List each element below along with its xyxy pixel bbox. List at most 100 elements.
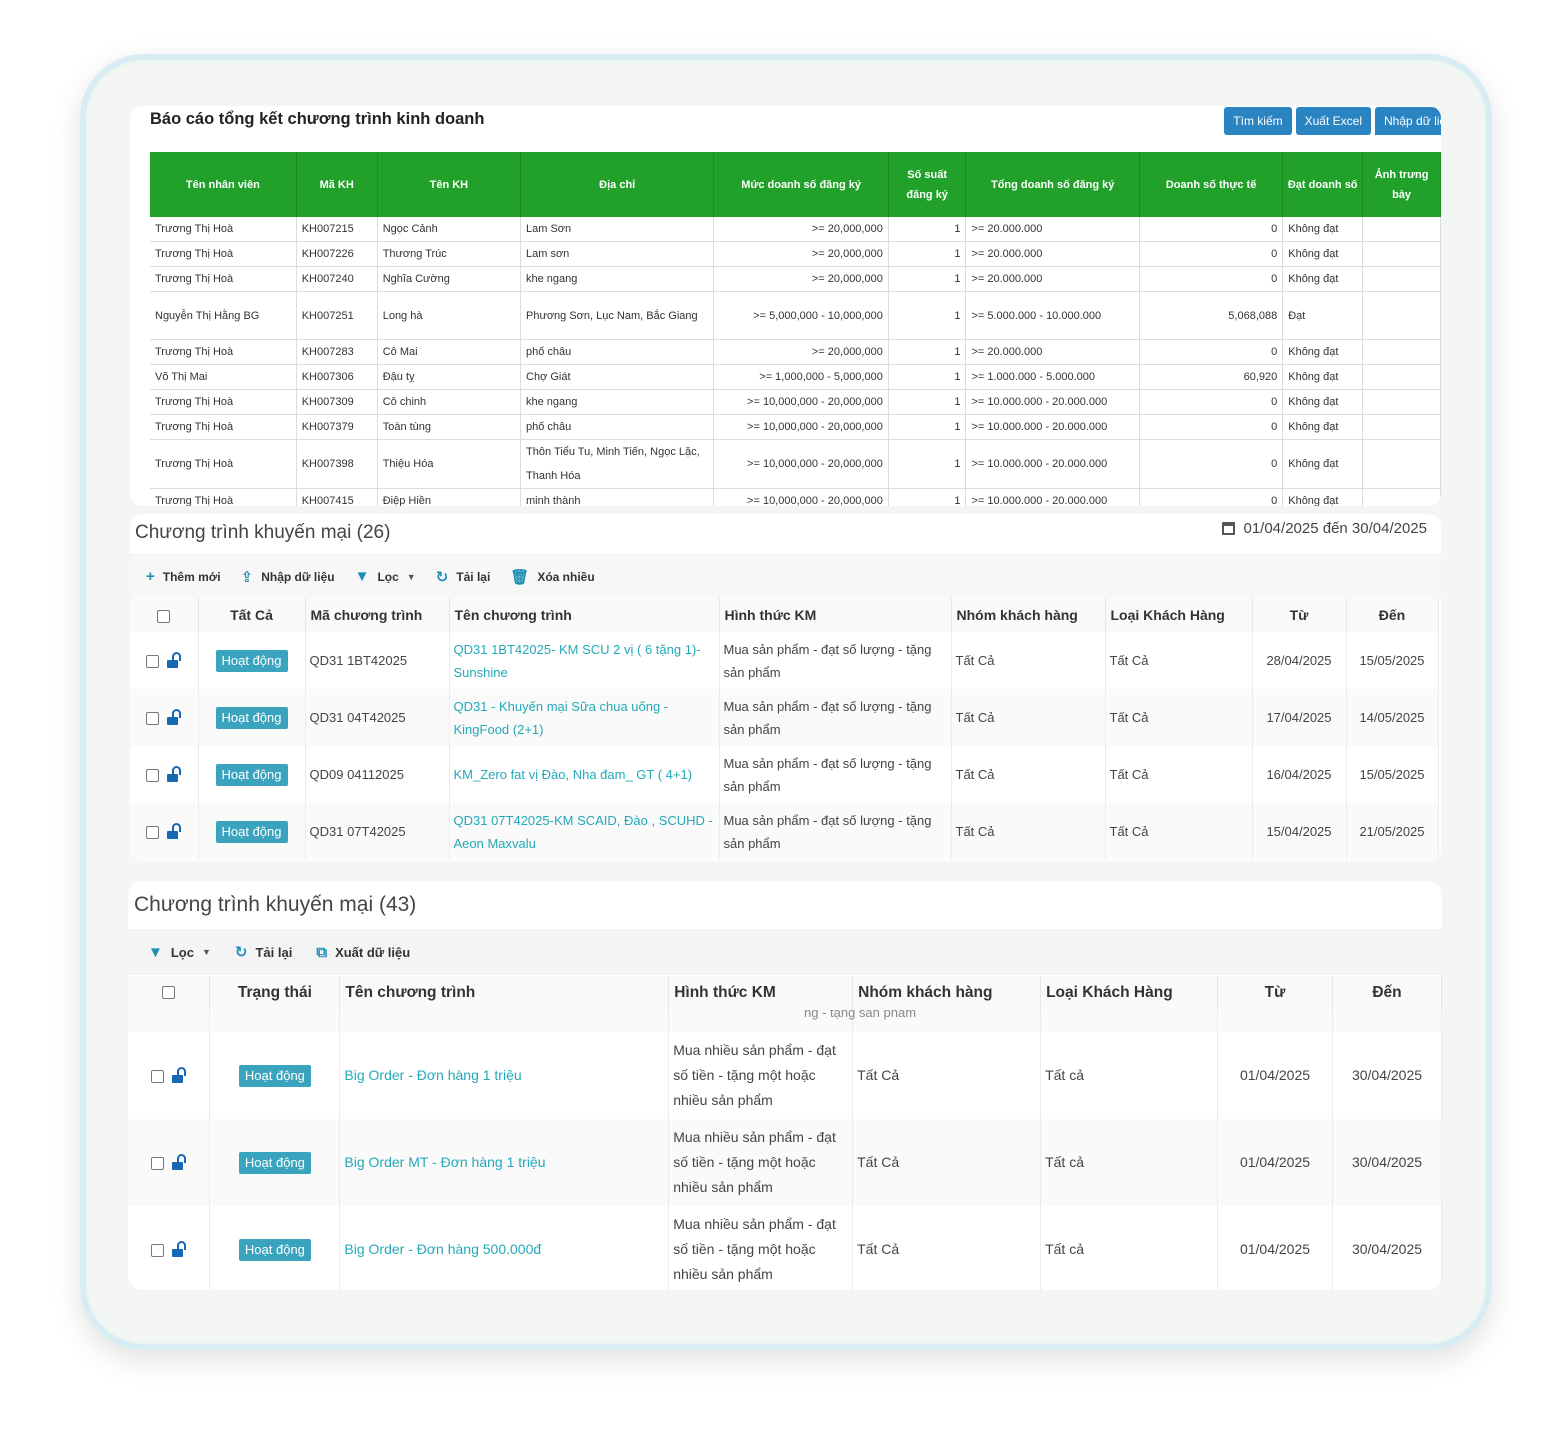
chevron-down-icon: ▼ — [201, 947, 211, 957]
select-all-checkbox[interactable] — [162, 986, 176, 1000]
promotion-header-row: Trạng thái Tên chương trình Hình thức KM… — [128, 976, 1442, 1010]
col-promo-type[interactable]: Hình thức KM — [719, 598, 952, 632]
col-display-photo[interactable]: Ảnh trưng bày — [1362, 152, 1441, 217]
unlock-icon[interactable] — [171, 1153, 187, 1170]
date-range-picker[interactable]: 01/04/2025 đến 30/04/2025 — [1222, 520, 1427, 537]
program-name-link[interactable]: Big Order - Đơn hàng 500.000đ — [339, 1206, 670, 1290]
col-employee[interactable]: Tên nhân viên — [150, 152, 297, 217]
filter-button[interactable]: ▼ Lọc ▼ — [355, 568, 416, 585]
table-row[interactable]: Trương Thị Hoà KH007283 Cô Mai phố châu >= 2… — [150, 339, 1441, 365]
program-code: QD31 1BT42025 — [305, 632, 450, 689]
row-checkbox[interactable] — [145, 826, 159, 840]
col-to[interactable]: Đến — [1346, 598, 1439, 632]
unlock-icon[interactable] — [166, 709, 182, 726]
search-button[interactable]: Tìm kiếm — [1224, 107, 1292, 135]
row-checkbox[interactable] — [150, 1156, 164, 1170]
promotion-header-row: Tất Cả Mã chương trình Tên chương trình … — [130, 598, 1439, 632]
col-customer-type[interactable]: Loại Khách Hàng — [1105, 598, 1253, 632]
col-program-code[interactable]: Mã chương trình — [305, 598, 450, 632]
table-row[interactable]: Võ Thị Mai KH007306 Đậu tỵ Chợ Giát >= 1,000… — [150, 364, 1441, 390]
col-status[interactable]: Tất Cả — [198, 598, 306, 632]
import-data-button[interactable]: Nhập dữ liệu — [1375, 107, 1441, 135]
table-row[interactable]: Trương Thị Hoà KH007309 Cô chinh khe ngang >… — [150, 389, 1441, 415]
promotion-table: Tất Cả Mã chương trình Tên chương trình … — [130, 598, 1439, 860]
add-new-button[interactable]: + Thêm mới — [146, 568, 221, 585]
table-row[interactable]: Hoạt động Big Order - Đơn hàng 1 triệu M… — [128, 1032, 1442, 1119]
export-excel-button[interactable]: Xuất Excel — [1295, 107, 1371, 135]
trash-icon: 🗑 — [510, 568, 530, 586]
program-name-link[interactable]: QD31 07T42025-KM SCAID, Đào , SCUHD - Ae… — [449, 803, 720, 860]
import-button[interactable]: ⇪ Nhập dữ liệu — [241, 568, 335, 586]
row-checkbox[interactable] — [145, 769, 159, 783]
calendar-icon — [1222, 522, 1236, 535]
program-name-link[interactable]: KM_Zero fat vị Đào, Nha đam_ GT ( 4+1) — [449, 746, 720, 803]
program-name-link[interactable]: QD31 - Khuyến mại Sữa chua uống - KingFo… — [449, 689, 720, 746]
col-program-name[interactable]: Tên chương trình — [449, 598, 720, 632]
status-badge: Hoạt động — [215, 707, 288, 729]
table-row[interactable]: Hoạt động QD31 04T42025 QD31 - Khuyến mạ… — [130, 689, 1439, 746]
col-program-name[interactable]: Tên chương trình — [339, 976, 670, 1010]
table-row[interactable]: Trương Thị Hoà KH007379 Toàn tùng phố châu >… — [150, 414, 1441, 440]
delete-many-button[interactable]: 🗑 Xóa nhiều — [510, 568, 594, 586]
table-row[interactable]: Trương Thị Hoà KH007240 Nghĩa Cường khe nga… — [150, 266, 1441, 292]
table-row[interactable]: Trương Thị Hoà KH007226 Thương Trúc Lam sơn… — [150, 241, 1441, 267]
unlock-icon[interactable] — [166, 652, 182, 669]
table-row[interactable]: Trương Thị Hoà KH007398 Thiệu Hóa Thôn Tiểu… — [150, 439, 1441, 489]
col-customer-group[interactable]: Nhóm khách hàng — [852, 976, 1042, 1010]
export-icon: ⧉ — [316, 943, 328, 961]
table-row[interactable]: Trương Thị Hoà KH007215 Ngọc Cảnh Lam Sơn >=… — [150, 217, 1441, 242]
program-name-link[interactable]: Big Order - Đơn hàng 1 triệu — [339, 1032, 670, 1119]
export-data-button[interactable]: ⧉ Xuất dữ liệu — [316, 944, 410, 961]
table-row[interactable]: Hoạt động Big Order - Đơn hàng 500.000đ … — [128, 1206, 1442, 1290]
report-title: Báo cáo tổng kết chương trình kinh doanh — [150, 110, 485, 128]
table-row[interactable]: Hoạt động QD09 04112025 KM_Zero fat vị Đ… — [130, 746, 1439, 803]
col-customer-group[interactable]: Nhóm khách hàng — [951, 598, 1106, 632]
program-name-link[interactable]: Big Order MT - Đơn hàng 1 triệu — [339, 1119, 670, 1206]
col-promo-type[interactable]: Hình thức KM — [668, 976, 854, 1010]
filter-icon: ▼ — [148, 943, 163, 961]
chevron-down-icon: ▼ — [406, 571, 416, 582]
program-name-link[interactable]: QD31 1BT42025- KM SCU 2 vị ( 6 tặng 1)- … — [449, 632, 720, 689]
select-all-checkbox[interactable] — [157, 609, 171, 623]
date-range-text: 01/04/2025 đến 30/04/2025 — [1243, 520, 1427, 537]
unlock-icon[interactable] — [166, 823, 182, 840]
col-customer-name[interactable]: Tên KH — [377, 152, 522, 217]
col-from[interactable]: Từ — [1252, 598, 1347, 632]
col-to[interactable]: Đến — [1332, 976, 1442, 1010]
col-from[interactable]: Từ — [1217, 976, 1333, 1010]
col-sales-level[interactable]: Mức doanh số đăng ký — [713, 152, 889, 217]
row-checkbox[interactable] — [145, 712, 159, 726]
promotion-panel-26: Chương trình khuyến mại (26) 01/04/2025 … — [130, 514, 1441, 861]
status-badge: Hoạt động — [238, 1152, 311, 1174]
col-achieved[interactable]: Đạt doanh số — [1282, 152, 1364, 217]
reload-button[interactable]: ↻ Tải lại — [235, 943, 292, 961]
promotion-toolbar: ▼ Lọc ▼ ↻ Tải lại ⧉ Xuất dữ liệu — [128, 929, 1442, 975]
col-customer-code[interactable]: Mã KH — [296, 152, 378, 217]
filter-button[interactable]: ▼ Lọc ▼ — [148, 944, 211, 961]
unlock-icon[interactable] — [171, 1240, 187, 1257]
table-row[interactable]: Hoạt động QD31 1BT42025 QD31 1BT42025- K… — [130, 632, 1439, 689]
refresh-icon: ↻ — [234, 944, 248, 961]
row-checkbox[interactable] — [150, 1243, 164, 1257]
table-row[interactable]: Trương Thị Hoà KH007415 Điệp Hiền minh thàn… — [150, 488, 1441, 506]
col-status[interactable]: Trạng thái — [209, 976, 341, 1010]
table-row[interactable]: Hoạt động Big Order MT - Đơn hàng 1 triệ… — [128, 1119, 1442, 1206]
row-checkbox[interactable] — [150, 1069, 164, 1083]
col-slots[interactable]: Số suất đăng ký — [888, 152, 967, 217]
col-address[interactable]: Địa chỉ — [520, 152, 715, 217]
table-row[interactable]: Hoạt động QD31 07T42025 QD31 07T42025-KM… — [130, 803, 1439, 860]
col-customer-type[interactable]: Loại Khách Hàng — [1040, 976, 1219, 1010]
status-badge: Hoạt động — [215, 764, 288, 786]
filter-icon: ▼ — [354, 568, 370, 585]
table-row[interactable]: Nguyễn Thị Hằng BG KH007251 Long hà Phương … — [150, 291, 1441, 340]
upload-icon: ⇪ — [240, 568, 254, 586]
reload-button[interactable]: ↻ Tải lại — [436, 568, 491, 586]
col-actual-sales[interactable]: Doanh số thực tế — [1139, 152, 1284, 217]
partial-row-text: ng - tặng sản phẩm — [804, 1010, 917, 1020]
program-code: QD31 04T42025 — [305, 689, 450, 746]
unlock-icon[interactable] — [171, 1066, 187, 1083]
status-badge: Hoạt động — [238, 1065, 311, 1087]
unlock-icon[interactable] — [166, 766, 182, 783]
col-total-registered[interactable]: Tổng doanh số đăng ký — [965, 152, 1140, 217]
row-checkbox[interactable] — [145, 655, 159, 669]
